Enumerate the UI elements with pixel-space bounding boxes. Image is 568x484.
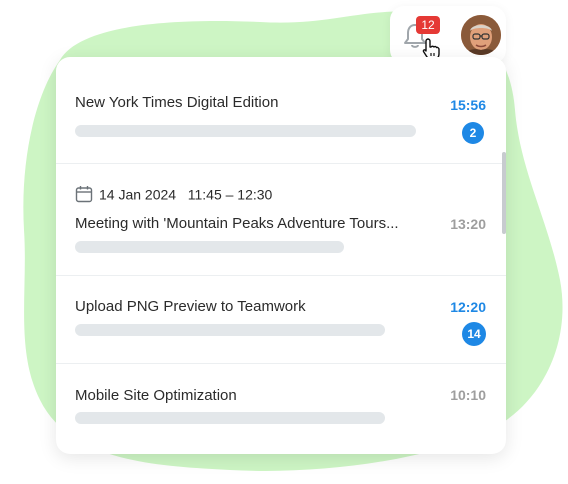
item-time: 12:20 [450,299,486,315]
skeleton-line [75,412,385,424]
avatar-image [461,15,501,55]
unread-count-badge: 2 [462,122,484,144]
item-time: 13:20 [450,216,486,232]
item-title: Meeting with 'Mountain Peaks Adventure T… [75,215,399,232]
scrollbar[interactable] [502,152,506,234]
event-time-range: 11:45 – 12:30 [187,186,273,203]
item-title: New York Times Digital Edition [75,94,279,111]
notification-count-badge: 12 [416,16,440,34]
event-date-text: 14 Jan 2024 [99,186,177,203]
skeleton-line [75,324,385,336]
item-title: Mobile Site Optimization [75,387,237,404]
list-item[interactable]: New York Times Digital Edition 15:56 2 [56,57,506,164]
calendar-icon [75,186,93,203]
skeleton-line [75,241,344,253]
list-item[interactable]: Upload PNG Preview to Teamwork 12:20 14 [56,275,506,364]
user-avatar[interactable] [461,15,501,55]
item-time: 15:56 [450,97,486,113]
item-time: 10:10 [450,387,486,403]
item-title: Upload PNG Preview to Teamwork [75,298,306,315]
unread-count-badge: 14 [462,322,486,346]
event-date: 14 Jan 2024 11:45 – 12:30 [75,185,272,203]
list-item[interactable]: 14 Jan 2024 11:45 – 12:30 Meeting with '… [56,163,506,276]
skeleton-line [75,125,416,137]
list-item[interactable]: Mobile Site Optimization 10:10 [56,363,506,454]
notifications-panel: New York Times Digital Edition 15:56 2 1… [56,57,506,454]
